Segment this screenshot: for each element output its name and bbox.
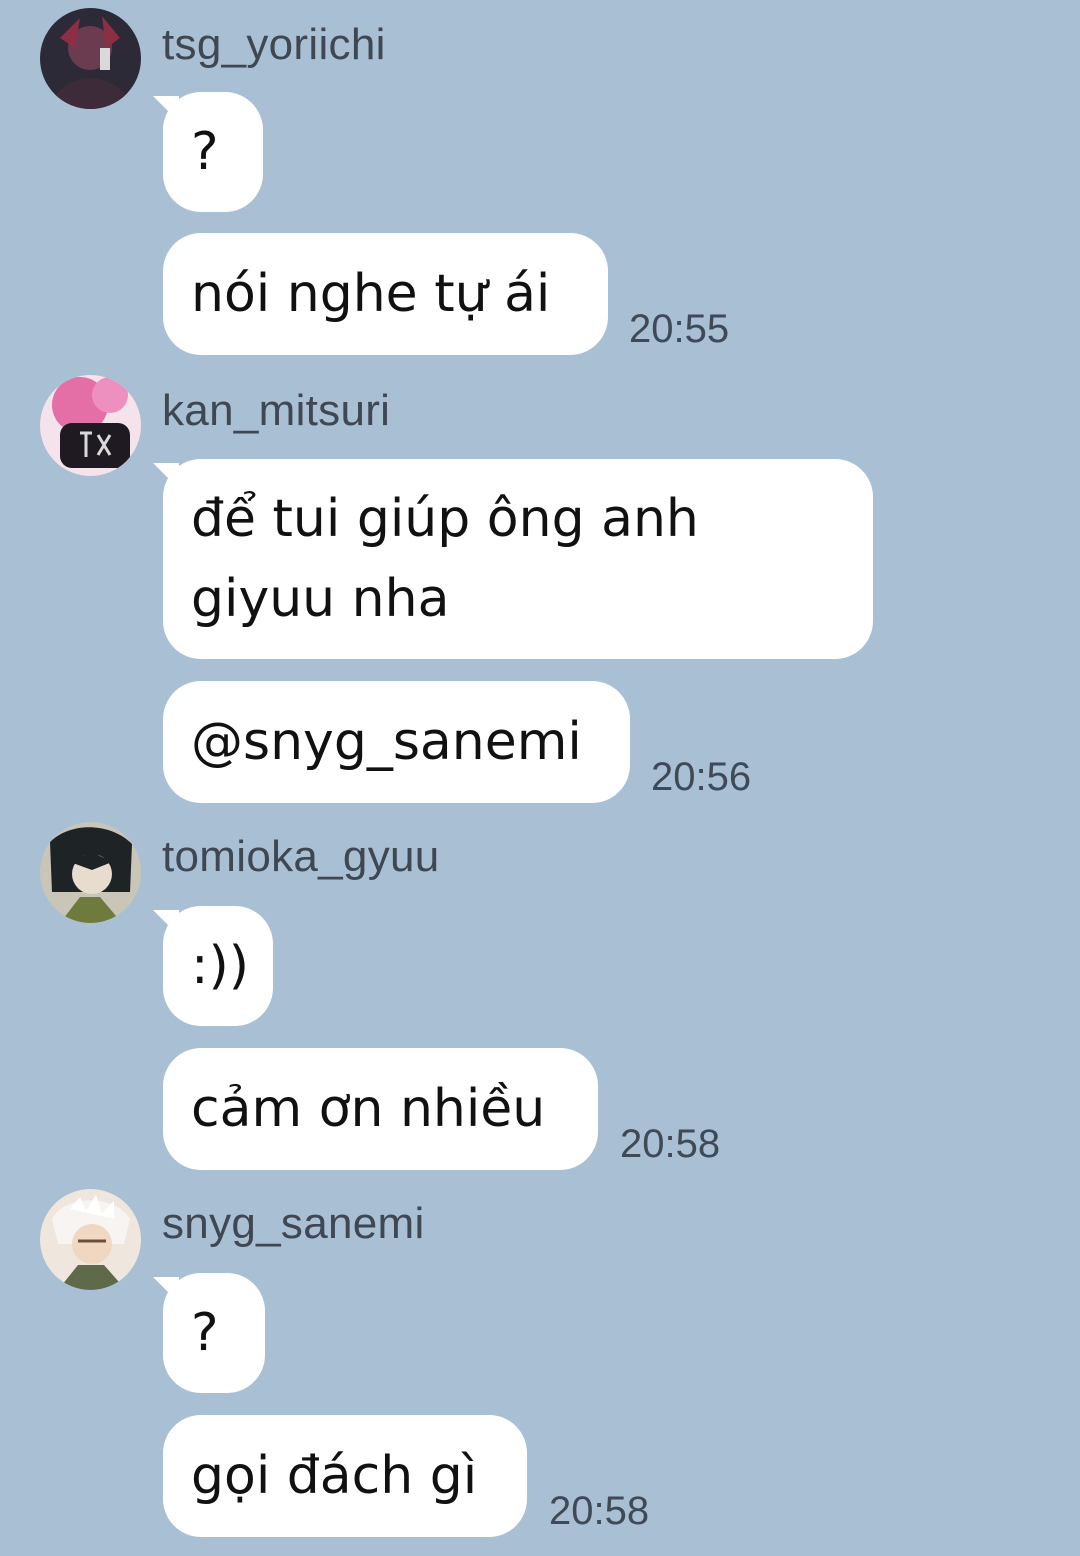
- message-bubble[interactable]: @snyg_sanemi: [163, 681, 630, 803]
- message-author: tsg_yoriichi: [162, 20, 386, 69]
- message-author: tomioka_gyuu: [162, 832, 440, 881]
- message-text: nói nghe tự ái: [191, 264, 551, 324]
- message-text: @snyg_sanemi: [191, 712, 582, 772]
- message-text: :)): [191, 936, 250, 996]
- avatar-mitsuri[interactable]: [40, 375, 141, 476]
- message-bubble[interactable]: gọi đách gì: [163, 1415, 527, 1537]
- message-bubble[interactable]: cảm ơn nhiều: [163, 1048, 598, 1170]
- message-text: gọi đách gì: [191, 1446, 478, 1506]
- message-text: để tui giúp ông anh giyuu nha: [191, 489, 699, 629]
- chat-message-list[interactable]: tsg_yoriichi ? nói nghe tự ái 20:55 kan_…: [0, 0, 1080, 1556]
- message-timestamp: 20:58: [620, 1122, 721, 1166]
- message-timestamp: 20:58: [549, 1489, 650, 1533]
- avatar-giyuu[interactable]: [40, 822, 141, 923]
- message-author: snyg_sanemi: [162, 1199, 425, 1248]
- message-text: ?: [191, 122, 219, 182]
- message-timestamp: 20:55: [629, 307, 730, 351]
- avatar-sanemi[interactable]: [40, 1189, 141, 1290]
- message-text: cảm ơn nhiều: [191, 1079, 546, 1139]
- avatar-yoriichi[interactable]: [40, 8, 141, 109]
- message-bubble[interactable]: ?: [163, 92, 263, 212]
- message-bubble[interactable]: :)): [163, 906, 273, 1026]
- message-text: ?: [191, 1303, 219, 1363]
- message-bubble[interactable]: nói nghe tự ái: [163, 233, 608, 355]
- message-timestamp: 20:56: [651, 755, 752, 799]
- message-bubble[interactable]: để tui giúp ông anh giyuu nha: [163, 459, 873, 659]
- message-bubble[interactable]: ?: [163, 1273, 265, 1393]
- message-author: kan_mitsuri: [162, 386, 391, 435]
